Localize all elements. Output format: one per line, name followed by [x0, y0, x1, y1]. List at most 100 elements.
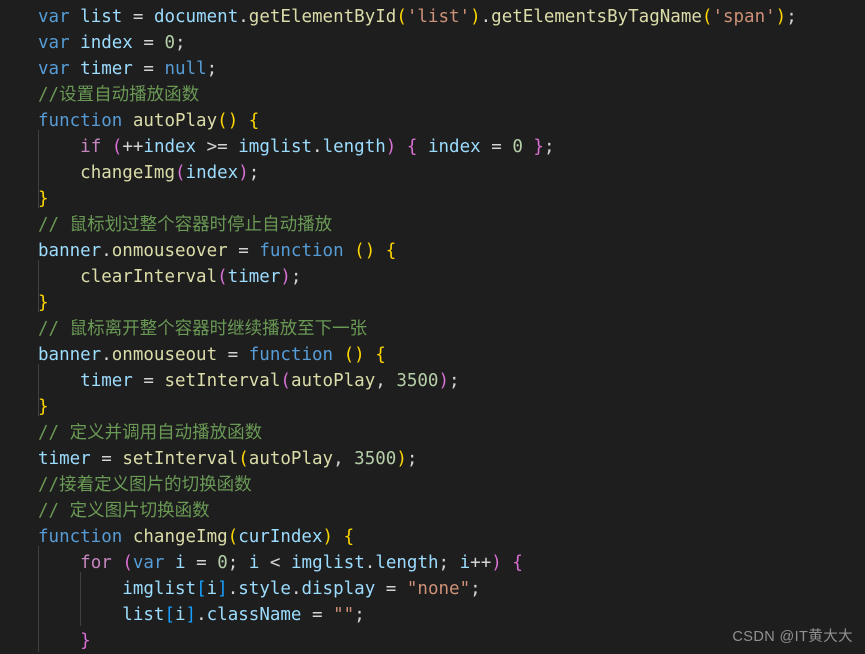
- code-token: }: [38, 293, 49, 313]
- code-token: .: [312, 137, 323, 157]
- code-token: index: [185, 163, 239, 183]
- code-token: ;: [449, 371, 460, 391]
- code-token: }: [533, 137, 544, 157]
- code-token: curIndex: [238, 527, 323, 547]
- code-token: (: [174, 163, 186, 183]
- code-token: ;: [438, 553, 460, 573]
- code-token: list: [80, 7, 123, 27]
- code-token: ;: [354, 605, 365, 625]
- code-line[interactable]: // 定义并调用自动播放函数: [0, 420, 865, 446]
- code-token: .: [290, 579, 302, 599]
- code-line[interactable]: banner.onmouseout = function () {: [0, 342, 865, 368]
- code-token: ++: [470, 553, 492, 573]
- code-token: ;: [786, 7, 797, 27]
- code-line[interactable]: // 定义图片切换函数: [0, 498, 865, 524]
- code-line[interactable]: var list = document.getElementById('list…: [0, 4, 865, 30]
- code-token: 0: [164, 33, 176, 53]
- code-token: =: [238, 241, 249, 261]
- code-token: imglist: [291, 553, 365, 573]
- code-line[interactable]: var timer = null;: [0, 56, 865, 82]
- code-token: for: [80, 553, 112, 573]
- code-line[interactable]: clearInterval(timer);: [0, 264, 865, 290]
- code-token: ): [396, 449, 407, 469]
- code-token: document: [153, 7, 239, 27]
- code-token: function: [248, 345, 334, 365]
- code-token: imglist: [122, 579, 197, 599]
- code-line[interactable]: }: [0, 186, 865, 212]
- code-token: ): [280, 267, 291, 287]
- code-token: {: [343, 527, 355, 547]
- code-token: display: [301, 579, 376, 599]
- code-token: (: [111, 137, 123, 157]
- code-token: =: [132, 7, 144, 27]
- code-token: var: [38, 33, 70, 53]
- code-token: ): [238, 163, 249, 183]
- code-line[interactable]: changeImg(index);: [0, 160, 865, 186]
- code-token: ;: [248, 163, 260, 183]
- code-token: function: [38, 527, 123, 547]
- code-line[interactable]: // 鼠标划过整个容器时停止自动播放: [0, 212, 865, 238]
- code-token: onmouseover: [111, 241, 228, 261]
- code-line[interactable]: timer = setInterval(autoPlay, 3500);: [0, 446, 865, 472]
- code-token: .: [101, 345, 112, 365]
- code-token: }: [38, 397, 49, 417]
- code-token: //设置自动播放函数: [38, 85, 200, 105]
- code-line[interactable]: timer = setInterval(autoPlay, 3500);: [0, 368, 865, 394]
- code-token: .: [480, 7, 492, 27]
- code-line[interactable]: function autoPlay() {: [0, 108, 865, 134]
- code-token: (: [217, 267, 228, 287]
- code-line[interactable]: //接着定义图片的切换函数: [0, 472, 865, 498]
- code-line[interactable]: var index = 0;: [0, 30, 865, 56]
- code-token: ++: [122, 137, 144, 157]
- code-line[interactable]: }: [0, 290, 865, 316]
- code-editor[interactable]: var list = document.getElementById('list…: [0, 0, 865, 652]
- code-token: ): [227, 111, 239, 131]
- code-token: <: [269, 553, 281, 573]
- code-token: i: [248, 553, 260, 573]
- code-line[interactable]: function changeImg(curIndex) {: [0, 524, 865, 550]
- code-line[interactable]: if (++index >= imglist.length) { index =…: [0, 134, 865, 160]
- code-token: ,: [333, 449, 344, 469]
- code-line[interactable]: for (var i = 0; i < imglist.length; i++)…: [0, 550, 865, 576]
- code-token: clearInterval: [80, 267, 218, 287]
- code-token: // 定义图片切换函数: [38, 501, 210, 521]
- code-line[interactable]: imglist[i].style.display = "none";: [0, 576, 865, 602]
- code-line[interactable]: // 鼠标离开整个容器时继续播放至下一张: [0, 316, 865, 342]
- code-content[interactable]: var list = document.getElementById('list…: [0, 4, 865, 654]
- code-token: =: [143, 371, 154, 391]
- code-token: timer: [227, 267, 281, 287]
- code-token: 3500: [354, 449, 397, 469]
- code-line[interactable]: }: [0, 394, 865, 420]
- code-token: timer: [38, 449, 91, 469]
- code-token: "none": [406, 579, 471, 599]
- code-line[interactable]: banner.onmouseover = function () {: [0, 238, 865, 264]
- code-token: setInterval: [122, 449, 239, 469]
- csdn-watermark: CSDN @IT黄大大: [732, 629, 853, 645]
- code-token: autoPlay: [248, 449, 334, 469]
- code-token: 'span': [712, 7, 776, 27]
- code-token: list: [122, 605, 165, 625]
- code-line[interactable]: //设置自动播放函数: [0, 82, 865, 108]
- code-token: index: [143, 137, 197, 157]
